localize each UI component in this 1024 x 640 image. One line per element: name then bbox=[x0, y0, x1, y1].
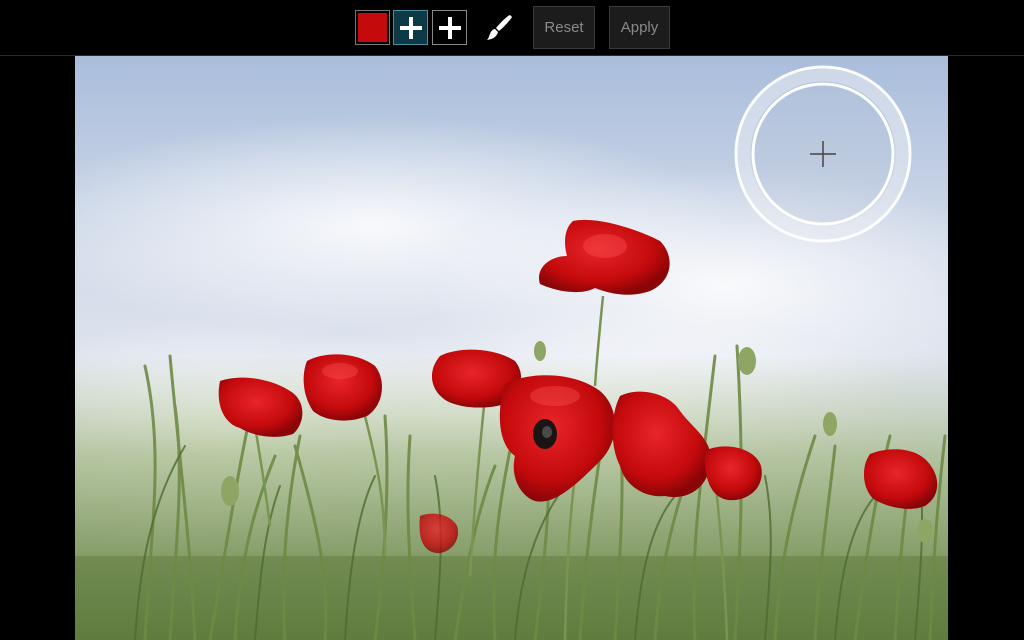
add-point-button-selected[interactable] bbox=[393, 10, 428, 45]
brush-icon bbox=[487, 15, 512, 40]
color-swatch-fill bbox=[358, 13, 387, 42]
magnifier-loupe[interactable] bbox=[733, 64, 913, 244]
reset-button[interactable]: Reset bbox=[533, 6, 595, 49]
toolbar: Reset Apply bbox=[0, 0, 1024, 56]
plus-icon bbox=[438, 16, 461, 39]
apply-button[interactable]: Apply bbox=[609, 6, 670, 49]
color-swatch-button[interactable] bbox=[355, 10, 390, 45]
crosshair-icon bbox=[734, 65, 912, 243]
add-point-button[interactable] bbox=[432, 10, 467, 45]
plus-icon bbox=[399, 16, 422, 39]
editor-app: Reset Apply bbox=[0, 0, 1024, 640]
brush-button[interactable] bbox=[482, 12, 514, 44]
